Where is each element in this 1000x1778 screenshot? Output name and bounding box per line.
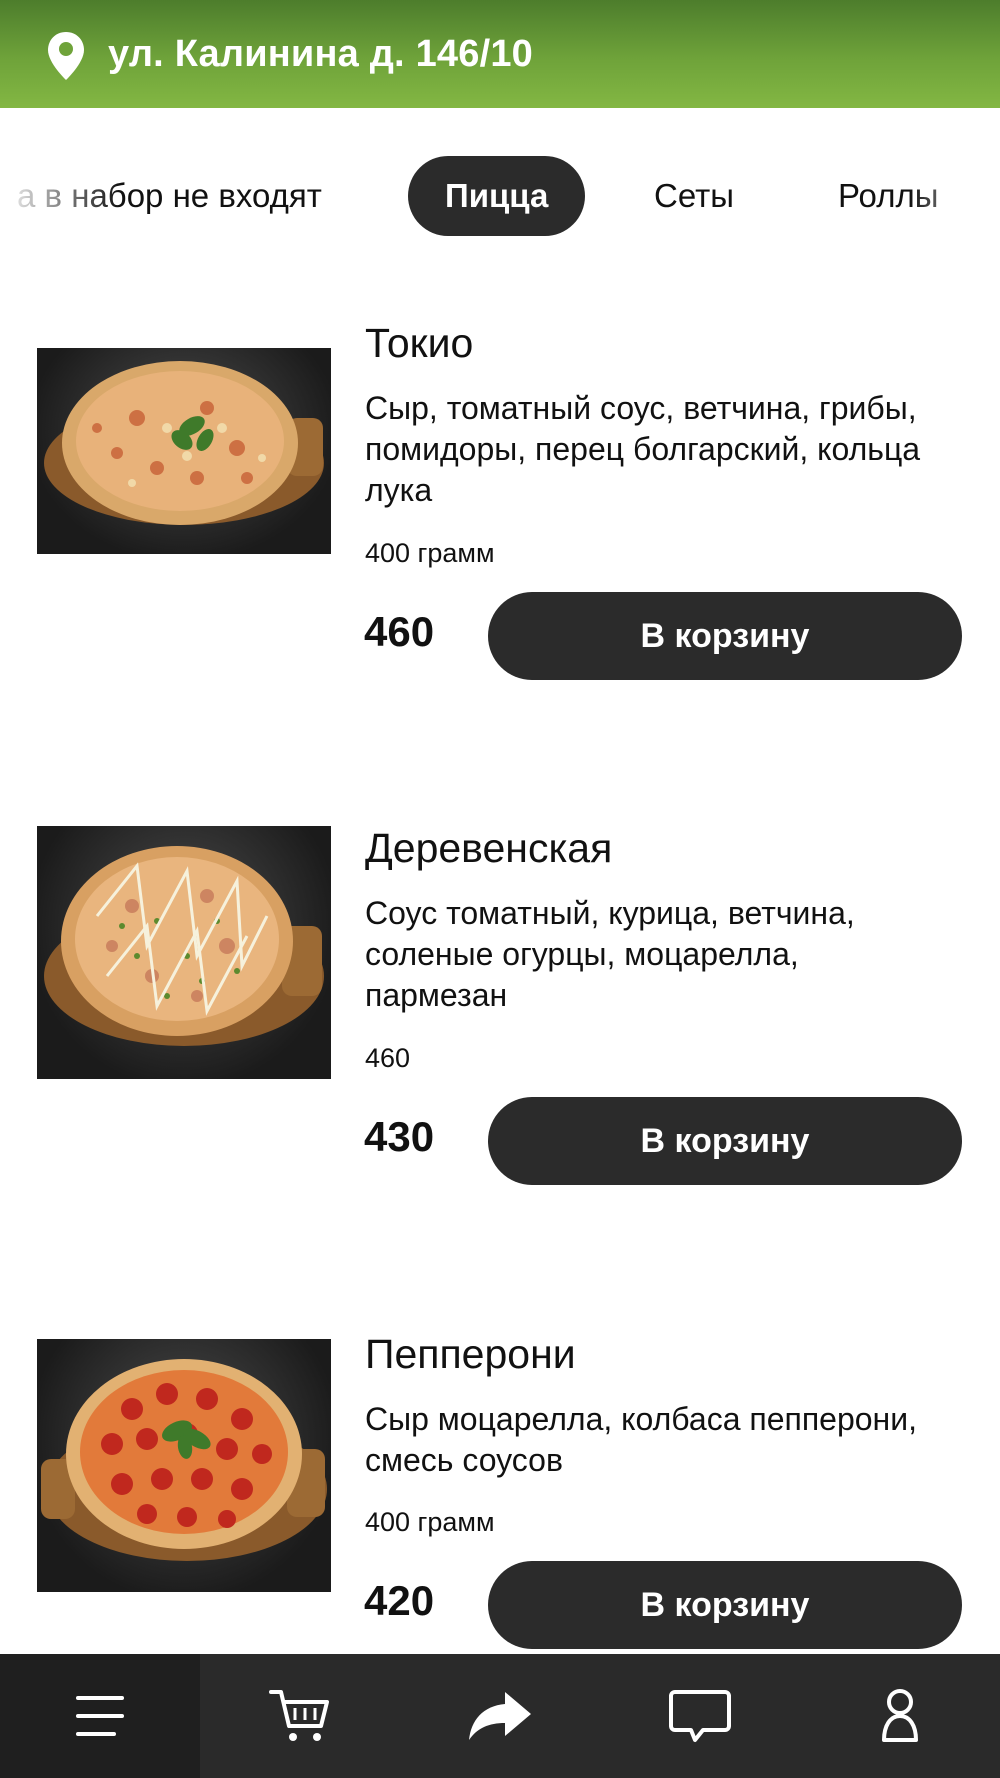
product-image-tokio[interactable] (37, 348, 331, 554)
profile-icon (882, 1689, 918, 1742)
address-text: ул. Калинина д. 146/10 (108, 33, 533, 75)
address-header[interactable]: ул. Калинина д. 146/10 (0, 0, 1000, 108)
nav-chat[interactable] (600, 1654, 800, 1778)
cart-icon (269, 1690, 329, 1741)
product-title: Токио (365, 320, 474, 366)
product-description: Сыр моцарелла, колбаса пепперони, смесь … (365, 1401, 917, 1478)
product-title: Деревенская (365, 825, 613, 871)
product-card: Деревенская Соус томатный, курица, ветчи… (0, 805, 1000, 1265)
product-description: Соус томатный, курица, ветчина, соленые … (365, 895, 855, 1013)
product-image-pepperoni[interactable] (37, 1339, 331, 1592)
product-price: 460 (364, 608, 435, 655)
product-description: Сыр, томатный соус, ветчина, грибы, поми… (365, 390, 921, 508)
bottom-navigation (0, 1654, 1000, 1778)
chat-icon (669, 1690, 731, 1742)
category-tabs[interactable]: а в набор не входят Пицца Сеты Роллы (0, 108, 1000, 288)
tabs-fade-left (0, 148, 120, 248)
product-price: 430 (364, 1113, 435, 1160)
product-title: Пепперони (365, 1331, 576, 1377)
tab-pizza[interactable]: Пицца (408, 156, 586, 236)
add-to-cart-button[interactable]: В корзину (488, 592, 962, 680)
share-icon (469, 1692, 531, 1740)
product-weight: 460 (365, 1043, 411, 1073)
menu-icon (76, 1696, 124, 1736)
nav-profile[interactable] (800, 1654, 1000, 1778)
product-weight: 400 грамм (365, 538, 495, 568)
tabs-fade-right (910, 148, 1000, 248)
nav-share[interactable] (400, 1654, 600, 1778)
tab-sets[interactable]: Сеты (654, 156, 734, 236)
product-card: Токио Сыр, томатный соус, ветчина, грибы… (0, 300, 1000, 760)
product-weight: 400 грамм (365, 1507, 495, 1537)
add-to-cart-button[interactable]: В корзину (488, 1097, 962, 1185)
product-price: 420 (364, 1577, 435, 1624)
add-to-cart-button[interactable]: В корзину (488, 1561, 962, 1649)
nav-cart[interactable] (200, 1654, 400, 1778)
location-pin-icon (48, 32, 84, 80)
nav-menu[interactable] (0, 1654, 200, 1778)
product-image-derevenskaya[interactable] (37, 826, 331, 1079)
